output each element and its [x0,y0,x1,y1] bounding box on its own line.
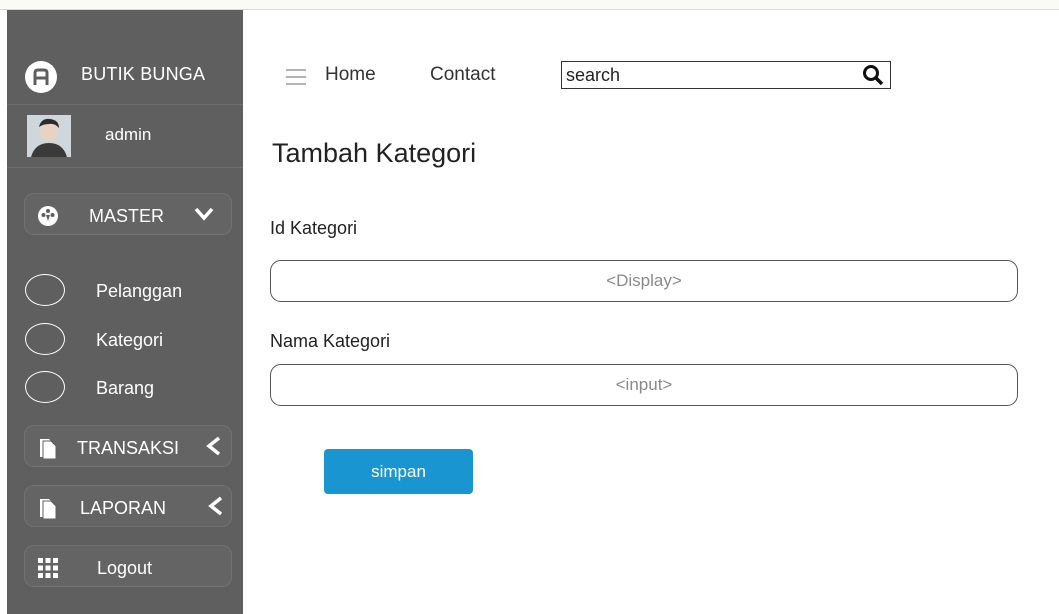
sidebar-item-kategori[interactable]: Kategori [25,323,225,359]
store-logo-icon [25,61,57,93]
brand-name: BUTIK BUNGA [81,64,206,84]
user-name: admin [105,125,152,144]
user-profile[interactable]: admin [7,105,243,168]
id-kategori-label: Id Kategori [270,218,358,238]
page-title: Tambah Kategori [272,138,477,168]
sidebar-item-barang[interactable]: Barang [25,371,225,407]
nama-kategori-input[interactable]: <input> [270,364,1018,406]
menu-laporan[interactable]: LAPORAN [24,485,232,527]
logout-label: Logout [97,558,153,578]
radio-circle [25,274,65,306]
top-header: Home Contact [243,10,1059,110]
grid-icon [38,558,58,578]
nav-contact-link[interactable]: Contact [430,64,495,86]
radio-circle [25,323,65,355]
menu-master-label: MASTER [89,206,165,226]
top-band [0,0,1059,10]
document-icon [40,499,57,519]
logout-button[interactable]: Logout [24,545,232,587]
radio-circle [25,371,65,403]
nama-kategori-label: Nama Kategori [270,331,391,351]
chevron-down-icon [194,207,214,221]
avatar [27,115,71,157]
search-input[interactable] [566,64,846,86]
nav-home-link[interactable]: Home [325,64,376,86]
chevron-left-icon [206,436,221,456]
sidebar-item-label: Pelanggan [96,281,183,301]
id-kategori-field: <Display> [270,260,1018,302]
hamburger-menu-icon[interactable] [286,69,306,85]
chevron-left-icon [208,496,223,516]
sidebar-item-pelanggan[interactable]: Pelanggan [25,274,225,310]
menu-laporan-label: LAPORAN [80,498,167,518]
search-icon[interactable] [862,64,884,86]
document-icon [40,439,57,459]
save-button[interactable]: simpan [324,449,473,494]
brand: BUTIK BUNGA [7,10,243,105]
sidebar-item-label: Kategori [96,330,164,350]
menu-master[interactable]: MASTER [24,193,232,235]
menu-transaksi[interactable]: TRANSAKSI [24,425,232,467]
dashboard-gauge-icon [38,206,58,226]
search-box [561,61,891,89]
sidebar: BUTIK BUNGA admin MASTER Pelanggan Kateg… [7,10,243,614]
sidebar-item-label: Barang [96,378,155,398]
menu-transaksi-label: TRANSAKSI [77,438,180,458]
